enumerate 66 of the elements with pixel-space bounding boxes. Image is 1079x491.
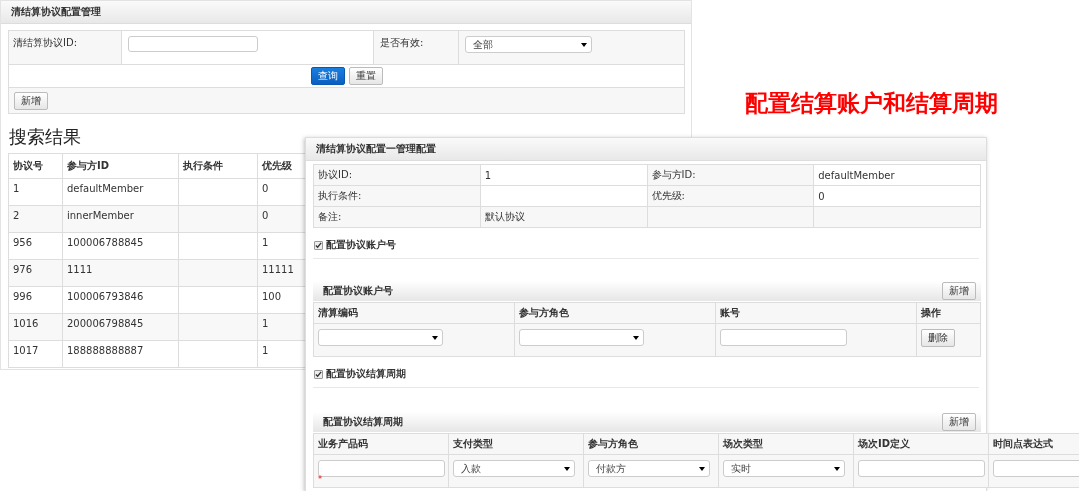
section-title: 配置协议结算周期	[323, 415, 403, 429]
checkbox[interactable]	[314, 369, 323, 379]
input-field[interactable]	[858, 460, 985, 477]
table-cell: 2	[8, 205, 63, 233]
field-label: 优先级:	[651, 190, 685, 201]
table-cell: 1111	[62, 259, 179, 287]
field-value: 默认协议	[484, 211, 525, 222]
input-field[interactable]	[318, 460, 445, 477]
agreement-id-field[interactable]	[128, 36, 258, 52]
column-header: 操作	[916, 302, 981, 324]
table-cell: 188888888887	[62, 340, 179, 368]
select-field[interactable]: 付款方	[588, 460, 710, 477]
column-header: 参与方ID	[62, 153, 179, 179]
column-header: 场次ID定义	[853, 433, 989, 455]
panel-title: 清结算协议配置管理	[11, 5, 101, 19]
table-cell: 1	[8, 178, 63, 206]
valid-select[interactable]: 全部	[465, 36, 592, 53]
column-header: 执行条件	[178, 153, 258, 179]
table-cell: 100006788845	[62, 232, 179, 260]
caret-icon	[564, 466, 570, 471]
field-value: 0	[818, 190, 825, 202]
column-header: 参与方角色	[583, 433, 719, 455]
column-header: 场次类型	[718, 433, 854, 455]
caret-icon	[633, 335, 639, 340]
caret-icon	[834, 466, 840, 471]
table-cell: 976	[8, 259, 63, 287]
select-field[interactable]: 实时	[723, 460, 845, 477]
table-cell: 956	[8, 232, 63, 260]
table-cell: defaultMember	[62, 178, 179, 206]
select-field[interactable]	[519, 329, 644, 346]
column-header: 协议号	[8, 153, 63, 179]
field-label: 清结算协议ID:	[13, 37, 78, 48]
caret-icon	[699, 466, 705, 471]
field-label: 是否有效:	[380, 37, 424, 48]
table-cell: innerMember	[62, 205, 179, 233]
column-header: 参与方角色	[514, 302, 716, 324]
query-button[interactable]: 查询	[310, 67, 345, 85]
field-label: 参与方ID:	[651, 169, 696, 180]
add-button[interactable]: 新增	[14, 91, 48, 110]
delete-button[interactable]: 删除	[921, 329, 955, 347]
column-header: 账号	[715, 302, 917, 324]
reset-button[interactable]: 重置	[348, 67, 383, 85]
select-field[interactable]: 入款	[453, 460, 575, 477]
checkbox[interactable]	[314, 240, 323, 250]
table-cell: 100006793846	[62, 286, 179, 314]
caret-icon	[581, 42, 587, 47]
checkbox-label: 配置协议结算周期	[326, 367, 406, 381]
column-header: 支付类型	[448, 433, 584, 455]
input-field[interactable]	[720, 329, 847, 346]
table-cell: 200006798845	[62, 313, 179, 341]
field-value: 1	[484, 169, 492, 181]
select-field[interactable]	[318, 329, 443, 346]
results-heading: 搜索结果	[9, 126, 81, 148]
required-mark: *	[318, 477, 323, 483]
caption-text: 配置结算账户和结算周期	[745, 89, 998, 118]
panel-title: 清结算协议配置一管理配置	[316, 142, 436, 156]
caret-icon	[432, 335, 438, 340]
add-button[interactable]: 新增	[942, 282, 976, 300]
field-value: defaultMember	[818, 169, 895, 181]
table-cell: 1016	[8, 313, 63, 341]
add-button[interactable]: 新增	[942, 413, 976, 431]
column-header: 业务产品码	[313, 433, 449, 455]
table-cell: 1017	[8, 340, 63, 368]
checkbox-label: 配置协议账户号	[326, 238, 396, 252]
table-cell: 996	[8, 286, 63, 314]
column-header: 时间点表达式	[988, 433, 1079, 455]
